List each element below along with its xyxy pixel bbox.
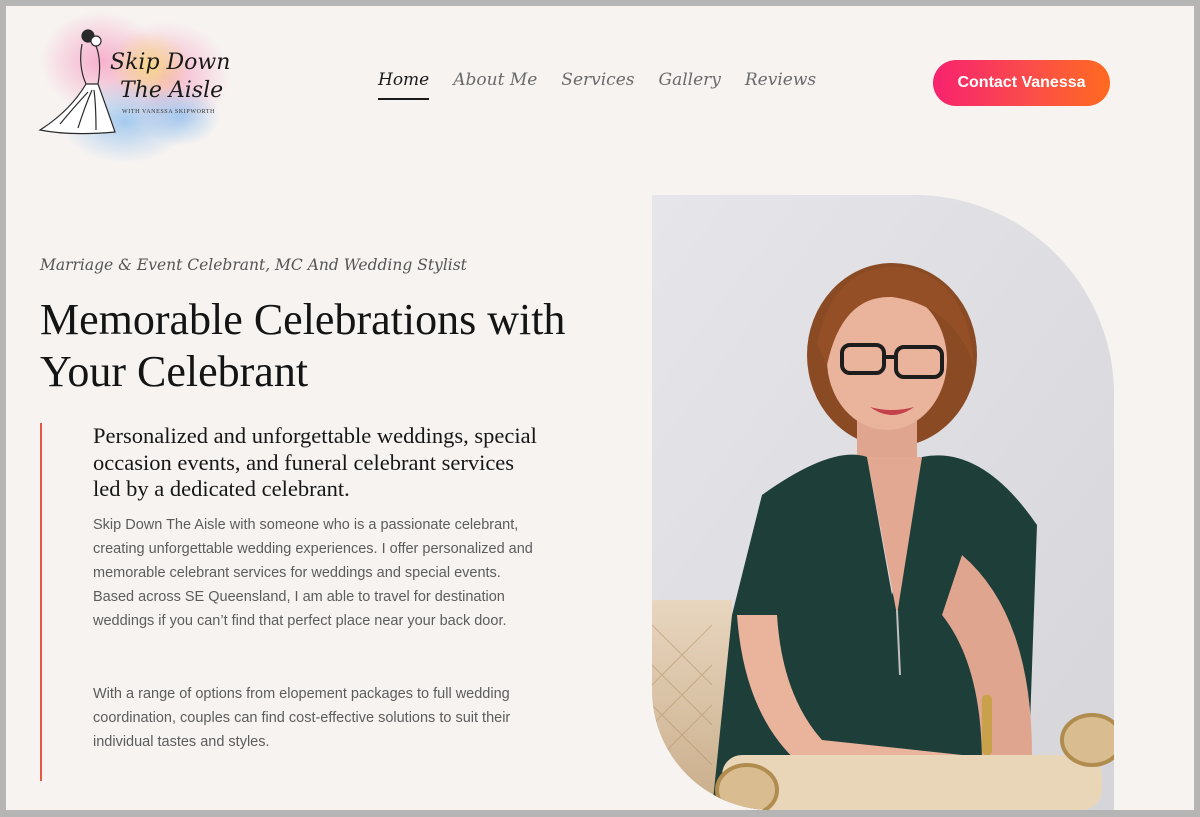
logo-text-line1: Skip Down <box>110 50 231 75</box>
nav-reviews[interactable]: Reviews <box>745 70 816 100</box>
site-logo[interactable]: Skip Down The Aisle WITH VANESSA SKIPWOR… <box>30 6 240 166</box>
page: Skip Down The Aisle WITH VANESSA SKIPWOR… <box>6 6 1194 810</box>
contact-vanessa-button[interactable]: Contact Vanessa <box>933 60 1110 106</box>
hero-paragraph-2: With a range of options from elopement p… <box>93 686 511 750</box>
logo-tagline: WITH VANESSA SKIPWORTH <box>122 109 215 115</box>
accent-divider <box>40 423 42 781</box>
nav-services[interactable]: Services <box>561 70 634 100</box>
portrait-illustration <box>652 195 1114 810</box>
hero-headline: Memorable Celebrations with Your Celebra… <box>40 295 566 396</box>
main-nav: Home About Me Services Gallery Reviews <box>378 70 816 100</box>
nav-gallery[interactable]: Gallery <box>658 70 720 100</box>
hero-lead: Personalized and unforgettable weddings,… <box>93 423 537 501</box>
hero-paragraph-1: Skip Down The Aisle with someone who is … <box>93 517 533 629</box>
logo-text-line2: The Aisle <box>120 78 224 103</box>
nav-about-me[interactable]: About Me <box>453 70 537 100</box>
hero-eyebrow: Marriage & Event Celebrant, MC And Weddi… <box>40 256 467 274</box>
celebrant-portrait <box>652 195 1114 810</box>
nav-home[interactable]: Home <box>378 70 430 100</box>
